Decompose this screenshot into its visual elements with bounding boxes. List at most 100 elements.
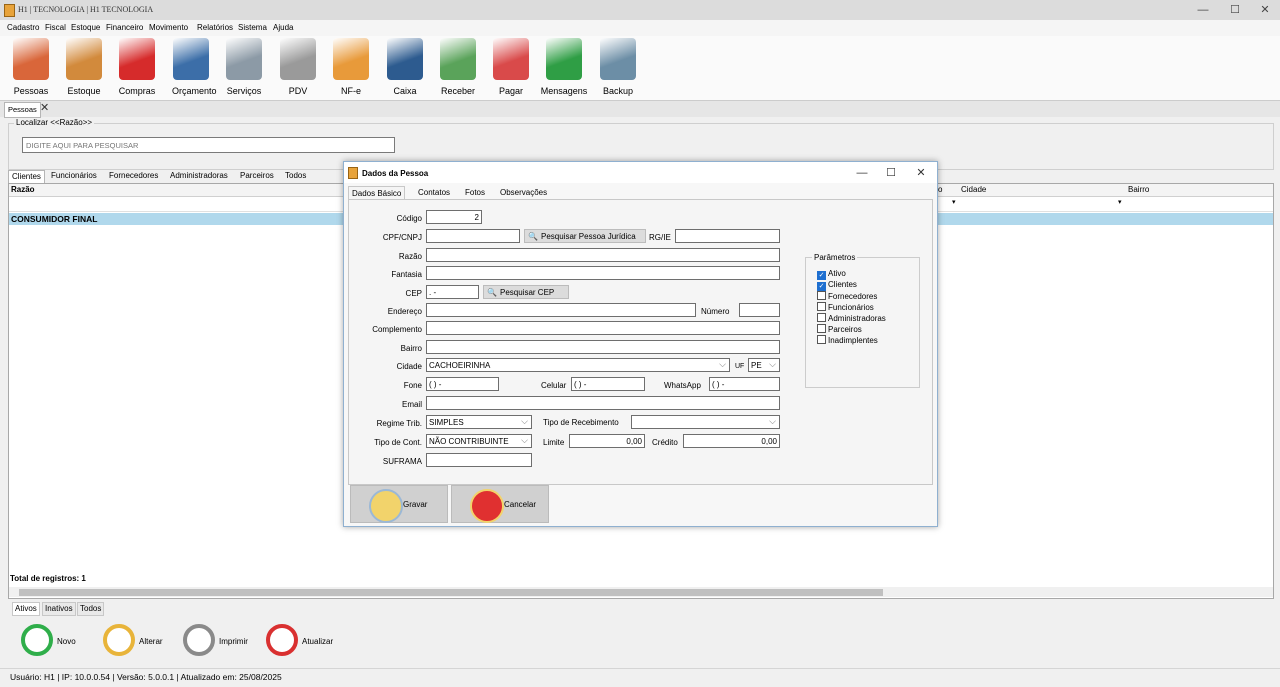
alterar-button[interactable]: Alterar — [103, 622, 169, 658]
cep-label: CEP — [405, 289, 422, 298]
filter-dropdown-icon[interactable]: ▾ — [1118, 198, 1122, 206]
menu-estoque[interactable]: Estoque — [71, 23, 100, 32]
cancelar-label: Cancelar — [504, 500, 537, 509]
credito-field[interactable]: 0,00 — [683, 434, 780, 448]
maximize-button[interactable]: ☐ — [1220, 2, 1250, 18]
fantasia-field[interactable] — [426, 266, 780, 280]
uf-select[interactable]: PE — [748, 358, 780, 372]
cpf-field[interactable] — [426, 229, 520, 243]
tab-ativos[interactable]: Ativos — [12, 602, 40, 616]
pesquisar-pj-button[interactable]: 🔍 Pesquisar Pessoa Jurídica — [524, 229, 646, 243]
limite-field[interactable]: 0,00 — [569, 434, 645, 448]
razao-label: Razão — [398, 252, 422, 261]
scrollbar-thumb[interactable] — [19, 589, 883, 596]
complemento-field[interactable] — [426, 321, 780, 335]
param-fornecedores-checkbox[interactable]: Fornecedores — [817, 291, 877, 302]
cep-field[interactable]: . - — [426, 285, 479, 299]
menu-ajuda[interactable]: Ajuda — [273, 23, 293, 32]
fone-field[interactable]: ( ) - — [426, 377, 499, 391]
tab-clientes[interactable]: Clientes — [8, 170, 45, 183]
tab-fornecedores[interactable]: Fornecedores — [106, 170, 161, 182]
column-razao[interactable]: Razão — [11, 185, 35, 194]
menu-financeiro[interactable]: Financeiro — [106, 23, 143, 32]
suframa-field[interactable] — [426, 453, 532, 467]
column-bairro[interactable]: Bairro — [1128, 185, 1149, 194]
codigo-field[interactable]: 2 — [426, 210, 482, 224]
gravar-button[interactable]: Gravar — [350, 485, 448, 523]
tab-observacoes[interactable]: Observações — [497, 186, 550, 199]
rgie-field[interactable] — [675, 229, 780, 243]
cidade-select[interactable]: CACHOEIRINHA — [426, 358, 730, 372]
toolbar-pagar-button[interactable]: Pagar — [492, 38, 530, 96]
pesquisar-pj-label: Pesquisar Pessoa Jurídica — [541, 232, 636, 241]
tipo-recebimento-select[interactable] — [631, 415, 780, 429]
toolbar-label: NF-e — [341, 86, 361, 96]
numero-field[interactable] — [739, 303, 780, 317]
tab-todos[interactable]: Todos — [282, 170, 309, 182]
razao-field[interactable] — [426, 248, 780, 262]
dialog-close-button[interactable]: ✕ — [909, 165, 933, 181]
toolbar-label: Pessoas — [13, 86, 49, 96]
toolbar-caixa-button[interactable]: Caixa — [386, 38, 424, 96]
imprimir-button[interactable]: Imprimir — [183, 622, 253, 658]
bairro-field[interactable] — [426, 340, 780, 354]
toolbar-mensagens-button[interactable]: Mensagens — [540, 38, 588, 96]
tools-icon — [226, 38, 262, 80]
menu-relatorios[interactable]: Relatórios — [197, 23, 233, 32]
rgie-label: RG/IE — [649, 233, 671, 242]
complemento-label: Complemento — [372, 325, 422, 334]
tab-fotos[interactable]: Fotos — [462, 186, 488, 199]
filter-dropdown-icon[interactable]: ▾ — [952, 198, 956, 206]
close-button[interactable]: ✕ — [1250, 2, 1280, 18]
tab-status-todos[interactable]: Todos — [77, 602, 105, 616]
toolbar-backup-button[interactable]: Backup — [599, 38, 637, 96]
tab-funcionarios[interactable]: Funcionários — [48, 170, 100, 182]
dialog-app-icon — [348, 167, 358, 179]
novo-button[interactable]: Novo — [21, 622, 81, 658]
toolbar-estoque-button[interactable]: Estoque — [65, 38, 103, 96]
menu-movimento[interactable]: Movimento — [149, 23, 188, 32]
column-partial[interactable]: o — [938, 185, 942, 194]
tab-contatos[interactable]: Contatos — [415, 186, 453, 199]
toolbar-nfe-button[interactable]: NF-e — [332, 38, 370, 96]
uf-label: UF — [735, 363, 745, 370]
param-ativo-checkbox[interactable]: ✓ Ativo — [817, 269, 846, 280]
regime-select[interactable]: SIMPLES — [426, 415, 532, 429]
minimize-button[interactable]: — — [1188, 2, 1218, 18]
menu-cadastro[interactable]: Cadastro — [7, 23, 39, 32]
toolbar-pdv-button[interactable]: PDV — [279, 38, 317, 96]
cancelar-button[interactable]: Cancelar — [451, 485, 549, 523]
pesquisar-cep-button[interactable]: 🔍 Pesquisar CEP — [483, 285, 569, 299]
menu-fiscal[interactable]: Fiscal — [45, 23, 66, 32]
menu-sistema[interactable]: Sistema — [238, 23, 267, 32]
tab-administradoras[interactable]: Administradoras — [167, 170, 231, 182]
param-label: Inadimplentes — [828, 336, 878, 345]
toolbar-compras-button[interactable]: Compras — [118, 38, 156, 96]
horizontal-scrollbar[interactable] — [9, 587, 1273, 597]
tab-pessoas[interactable]: Pessoas — [4, 102, 41, 118]
param-parceiros-checkbox[interactable]: Parceiros — [817, 324, 862, 335]
whatsapp-field[interactable]: ( ) - — [709, 377, 780, 391]
param-administradoras-checkbox[interactable]: Administradoras — [817, 313, 886, 324]
close-tab-icon[interactable]: ✕ — [40, 101, 49, 114]
param-inadimplentes-checkbox[interactable]: Inadimplentes — [817, 335, 878, 346]
atualizar-button[interactable]: Atualizar — [266, 622, 338, 658]
tab-inativos[interactable]: Inativos — [42, 602, 76, 616]
param-clientes-checkbox[interactable]: ✓ Clientes — [817, 280, 857, 291]
celular-field[interactable]: ( ) - — [571, 377, 645, 391]
toolbar-pessoas-button[interactable]: Pessoas — [12, 38, 50, 96]
search-input[interactable] — [22, 137, 395, 153]
dialog-minimize-button[interactable]: — — [850, 165, 874, 181]
toolbar-orcamento-button[interactable]: Orçamento — [172, 38, 217, 96]
toolbar-servicos-button[interactable]: Serviços — [225, 38, 263, 96]
document-icon — [333, 38, 369, 80]
column-cidade[interactable]: Cidade — [961, 185, 986, 194]
tipo-cont-select[interactable]: NÃO CONTRIBUINTE — [426, 434, 532, 448]
email-field[interactable] — [426, 396, 780, 410]
dialog-maximize-button[interactable]: ☐ — [879, 165, 903, 181]
endereco-field[interactable] — [426, 303, 696, 317]
toolbar-receber-button[interactable]: Receber — [438, 38, 478, 96]
tab-parceiros[interactable]: Parceiros — [237, 170, 277, 182]
param-funcionarios-checkbox[interactable]: Funcionários — [817, 302, 874, 313]
checkbox-checked-icon: ✓ — [817, 271, 826, 280]
